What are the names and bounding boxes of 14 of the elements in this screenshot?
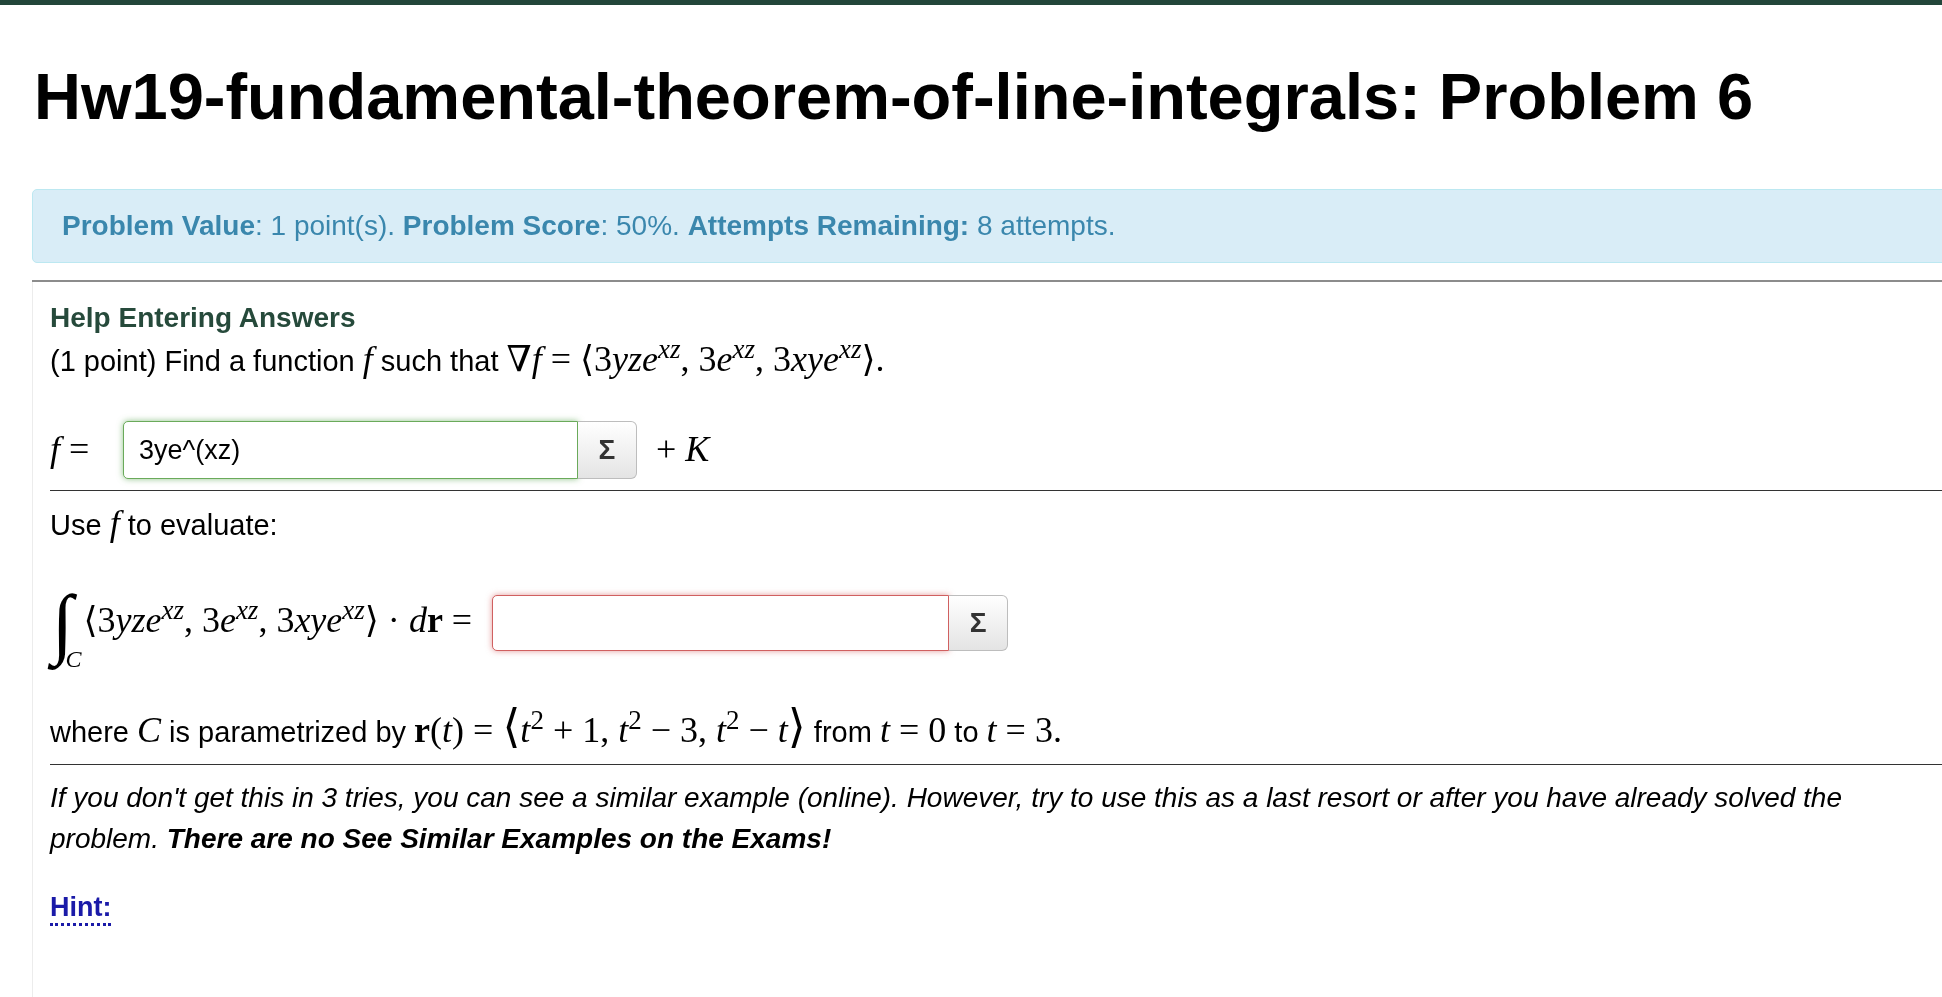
hint-link[interactable]: Hint: [50, 891, 112, 926]
equation-editor-button[interactable]: Σ [578, 421, 637, 479]
page-title: Hw19-fundamental-theorem-of-line-integrals: Problem 6 [34, 59, 1754, 135]
note-text: If you don't get this in 3 tries, you can see a similar example (online). However, try to use this as a last resort or after you have already solved the problem. There are no See Similar Examples on the Exams! [50, 781, 1843, 856]
math-label: f = [50, 429, 91, 471]
parametrization-text: where C is parametrized by r(t) = ⟨t$^{2}$ + 1, t$^{2}$ − 3, t$^{2}$ − t⟩ from t = 0 to t = 3. [50, 707, 1062, 752]
answer-field[interactable]: 3ye^(xz) [123, 421, 578, 479]
math-expression: + K [656, 429, 710, 471]
answer-field[interactable] [492, 595, 950, 651]
prompt-text: (1 point) Find a function f such that ∇f = ⟨3yze$^{xz}$, 3e$^{xz}$, 3xye$^{xz}$⟩. [50, 339, 885, 381]
instruction-text: Use f to evaluate: [50, 503, 278, 545]
problem-status-text: Problem Value: 1 point(s). Problem Score: 50%. Attempts Remaining: 8 attempts. [62, 209, 1116, 243]
help-link[interactable]: Help Entering Answers [50, 301, 356, 335]
equation-editor-button[interactable]: Σ [949, 595, 1009, 651]
